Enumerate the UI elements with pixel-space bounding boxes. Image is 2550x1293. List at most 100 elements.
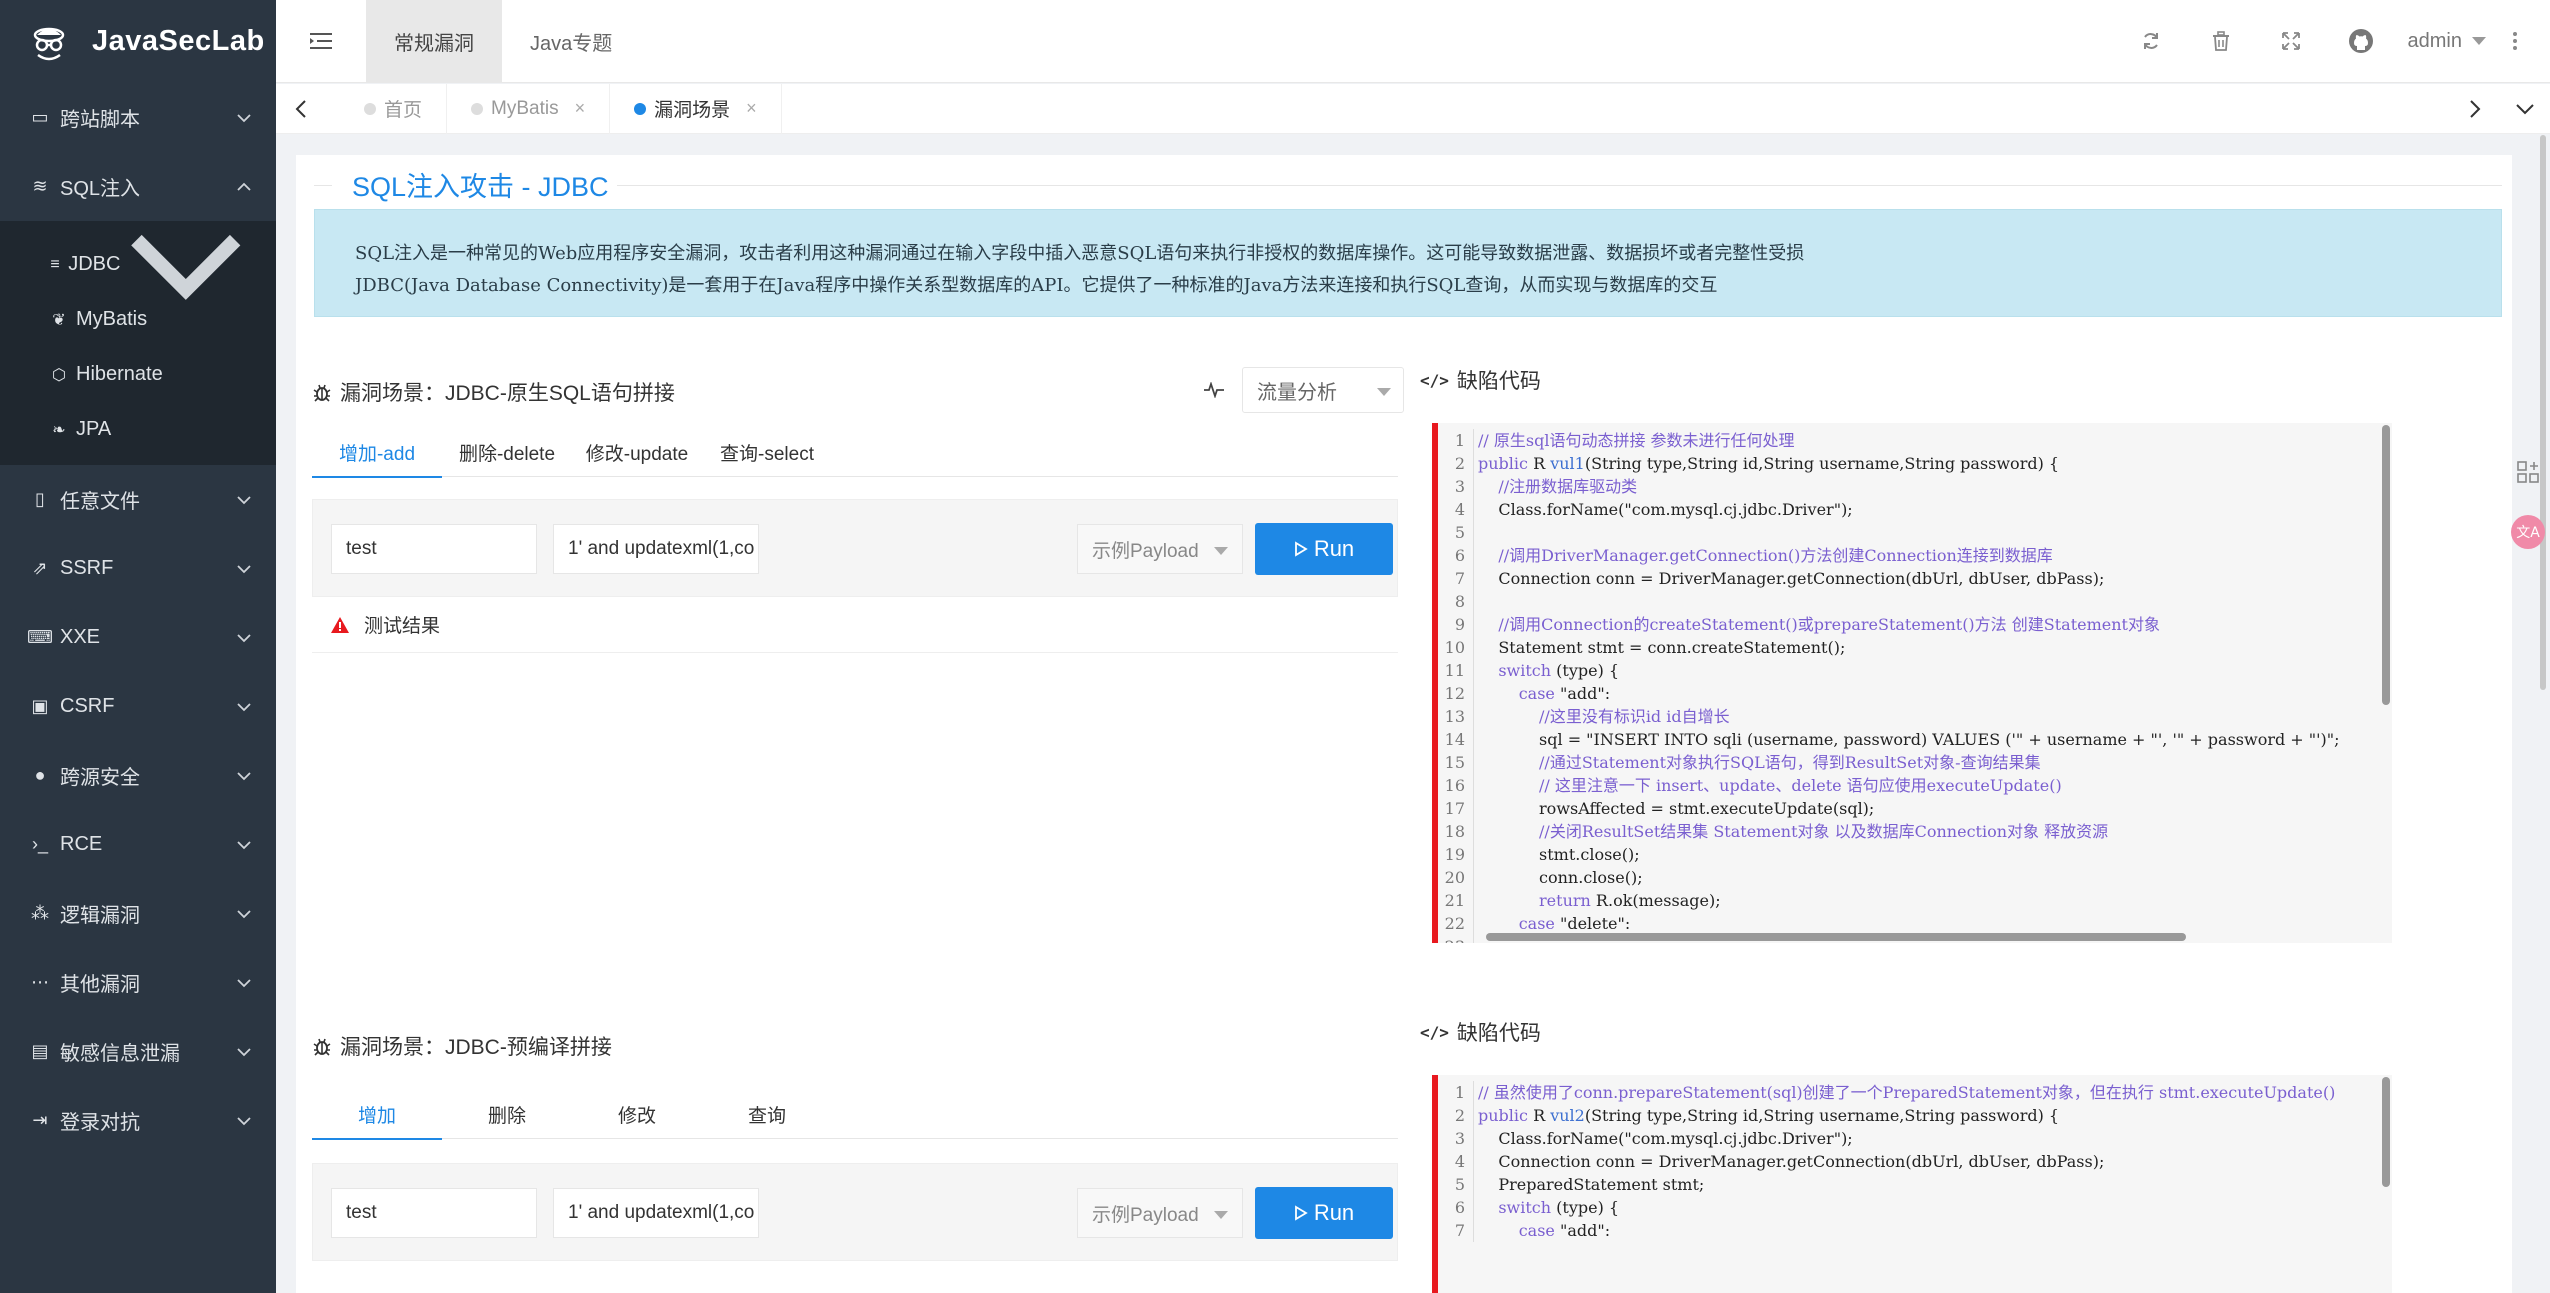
sidebar-item-7[interactable]: ›_ RCE (0, 810, 276, 879)
sidebar-subitem-2[interactable]: ⬡ Hibernate (0, 347, 276, 402)
scene2-title-text: 漏洞场景：JDBC-预编译拼接 (340, 1036, 612, 1059)
page-tab-0[interactable]: 首页 (340, 83, 448, 134)
scene2-code-block[interactable]: 1// 虽然使用了conn.prepareStatement(sql)创建了一个… (1432, 1075, 2392, 1293)
sidebar-item-5[interactable]: ▣ CSRF (0, 672, 276, 741)
code-text: stmt.close(); (1478, 845, 1640, 864)
run-button[interactable]: Run (1255, 1187, 1393, 1239)
test-result-label: 测试结果 (364, 616, 441, 637)
fullscreen-icon (2281, 32, 2300, 50)
side-tool-button[interactable] (2506, 450, 2550, 494)
chevron-down-icon (237, 771, 251, 780)
tab-status-dot (634, 102, 647, 115)
example-payload-select[interactable]: 示例Payload (1077, 1188, 1243, 1238)
code-line: 1// 虽然使用了conn.prepareStatement(sql)创建了一个… (1438, 1081, 2335, 1104)
sidebar-subitem-1[interactable]: ❦ MyBatis (0, 292, 276, 347)
caret-down-icon (1377, 388, 1391, 396)
sidebar-item-2[interactable]: ▯ 任意文件 (0, 465, 276, 534)
vertical-scrollbar[interactable] (2382, 1077, 2390, 1187)
user-name: admin (2407, 29, 2462, 52)
code-line: 14 sql = "INSERT INTO sqli (username, pa… (1438, 728, 2340, 751)
tabs-scroll-right-button[interactable] (2450, 84, 2500, 134)
bug-icon (312, 1036, 332, 1056)
top-tab-common-vuln[interactable]: 常规漏洞 (366, 0, 502, 83)
tabs-scroll-left-button[interactable] (276, 84, 326, 134)
code-line: 8 (1438, 590, 2340, 613)
sidebar-item-10[interactable]: ▤ 敏感信息泄漏 (0, 1017, 276, 1086)
tab-delete[interactable]: 删除 (442, 1089, 572, 1139)
caret-down-icon (1214, 547, 1228, 555)
sidebar-item-label: SSRF (60, 557, 114, 579)
horizontal-scrollbar[interactable] (1486, 933, 2186, 941)
code-text: //调用DriverManager.getConnection()方法创建Con… (1478, 546, 2053, 565)
code-line: 4 Class.forName("com.mysql.cj.jdbc.Drive… (1438, 498, 2340, 521)
code-line: 19 stmt.close(); (1438, 843, 2340, 866)
sidebar-item-9[interactable]: ⋯ 其他漏洞 (0, 948, 276, 1017)
run-button[interactable]: Run (1255, 523, 1393, 575)
sidebar-item-4[interactable]: ⌨ XXE (0, 603, 276, 672)
scene1-code-block[interactable]: 1// 原生sql语句动态拼接 参数未进行任何处理 2 public R vul1(… (1432, 423, 2392, 943)
chevron-up-icon (237, 182, 251, 191)
sidebar-item-3[interactable]: ⇗ SSRF (0, 534, 276, 603)
sidebar-item-8[interactable]: ⁂ 逻辑漏洞 (0, 879, 276, 948)
sidebar-item-6[interactable]: ● 跨源安全 (0, 741, 276, 810)
code-text: Class.forName("com.mysql.cj.jdbc.Driver"… (1478, 500, 1853, 519)
close-icon[interactable]: × (746, 98, 757, 119)
tab-select[interactable]: 查询 (702, 1089, 832, 1139)
sidebar-subitem-0[interactable]: ≡ JDBC (0, 234, 276, 300)
user-menu[interactable]: admin (2408, 30, 2486, 53)
vertical-scrollbar[interactable] (2382, 425, 2390, 705)
sidebar-subitem-3[interactable]: ❧ JPA (0, 402, 276, 457)
page-tab-2[interactable]: 漏洞场景 × (610, 83, 782, 134)
fullscreen-button[interactable] (2256, 0, 2326, 83)
line-number: 12 (1438, 682, 1474, 705)
chevron-down-icon (237, 909, 251, 918)
side-nav: ▭ 跨站脚本 ≋ SQL注入 ≡ JDBC ❦ MyBatis ⬡ Hibernate ❧ JPA ▯ 任… (0, 83, 276, 1155)
page-scrollbar[interactable] (2540, 135, 2546, 690)
clear-cache-button[interactable] (2186, 0, 2256, 83)
page-tab-label: 漏洞场景 (654, 100, 731, 121)
line-number: 7 (1438, 1219, 1474, 1242)
tabs-dropdown-button[interactable] (2500, 84, 2550, 134)
top-tab-java-topic[interactable]: Java专题 (502, 0, 640, 83)
tab-update[interactable]: 修改 (572, 1089, 702, 1139)
tab-add[interactable]: 增加 (312, 1089, 442, 1140)
scene1-tabs: 增加-add 删除-delete 修改-update 查询-select (312, 427, 1398, 478)
line-number: 11 (1438, 659, 1474, 682)
translate-button[interactable]: 文A (2506, 510, 2550, 554)
password-input[interactable]: 1' and updatexml(1,co (553, 524, 759, 574)
code-text: conn.close(); (1478, 868, 1643, 887)
github-button[interactable] (2326, 0, 2396, 83)
username-input[interactable]: test (331, 1188, 537, 1238)
example-payload-select[interactable]: 示例Payload (1077, 524, 1243, 574)
run-label: Run (1313, 536, 1355, 561)
tab-select[interactable]: 查询-select (702, 427, 832, 477)
tab-delete[interactable]: 删除-delete (442, 427, 572, 477)
scene1-title: 漏洞场景：JDBC-原生SQL语句拼接 (312, 377, 675, 407)
flow-analysis-select[interactable]: 流量分析 (1242, 367, 1404, 413)
tab-status-dot (364, 102, 376, 115)
scene2-code-title: </> 缺陷代码 (1420, 1017, 1541, 1047)
external-link-icon: ⇗ (32, 558, 48, 578)
sidebar-item-11[interactable]: ⇥ 登录对抗 (0, 1086, 276, 1155)
tab-add[interactable]: 增加-add (312, 427, 442, 478)
tab-update[interactable]: 修改-update (572, 427, 702, 477)
code-text: return R.ok(message); (1539, 891, 1721, 910)
chevron-down-icon (237, 1116, 251, 1125)
more-menu-button[interactable] (2500, 0, 2530, 83)
logo[interactable]: JavaSecLab (0, 0, 276, 83)
menu-toggle-button[interactable] (276, 0, 366, 83)
bird-icon: ❦ (52, 311, 66, 329)
page-tab-1[interactable]: MyBatis × (447, 83, 611, 134)
sidebar-item-label: 跨源安全 (60, 767, 140, 789)
flow-analysis: 流量分析 (1204, 367, 1404, 413)
play-icon (1294, 541, 1308, 557)
code-line: 2 public R vul2(String type,String id,Str… (1438, 1104, 2335, 1127)
sidebar-item-0[interactable]: ▭ 跨站脚本 (0, 83, 276, 152)
code-text: Class.forName("com.mysql.cj.jdbc.Driver"… (1478, 1129, 1853, 1148)
code-line: 5 PreparedStatement stmt; (1438, 1173, 2335, 1196)
code-lines: 1// 虽然使用了conn.prepareStatement(sql)创建了一个… (1438, 1081, 2335, 1242)
username-input[interactable]: test (331, 524, 537, 574)
refresh-button[interactable] (2116, 0, 2186, 83)
close-icon[interactable]: × (575, 98, 586, 119)
password-input[interactable]: 1' and updatexml(1,co (553, 1188, 759, 1238)
